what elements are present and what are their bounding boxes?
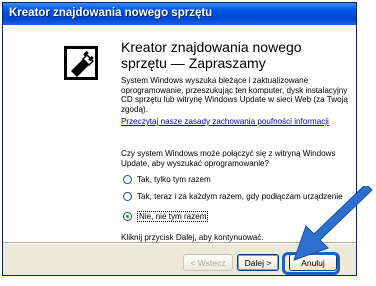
question-text: Czy system Windows może połączyć się z w… <box>121 149 336 168</box>
wizard-heading: Kreator znajdowania nowego sprzętu — Zap… <box>121 39 302 71</box>
pointer-arrow-icon <box>293 186 373 261</box>
option-label: Nie, nie tym razem <box>137 210 209 222</box>
next-button[interactable]: Dalej > <box>237 254 279 271</box>
back-button[interactable]: < Wstecz <box>183 254 233 271</box>
radio-button-selected[interactable] <box>123 211 132 221</box>
option-no[interactable]: Nie, nie tym razem <box>123 210 209 222</box>
hardware-icon <box>64 46 98 80</box>
option-yes-once[interactable]: Tak, tylko tym razem <box>123 173 211 185</box>
option-label: Tak, tylko tym razem <box>137 174 211 184</box>
window-title: Kreator znajdowania nowego sprzętu <box>9 7 213 19</box>
radio-button[interactable] <box>123 191 132 201</box>
intro-text: System Windows wyszuka bieżące i zaktual… <box>121 76 348 115</box>
privacy-link[interactable]: Przeczytaj nasze zasady zachowania poufn… <box>121 117 349 127</box>
title-bar: Kreator znajdowania nowego sprzętu <box>3 3 356 25</box>
radio-button[interactable] <box>123 174 132 184</box>
